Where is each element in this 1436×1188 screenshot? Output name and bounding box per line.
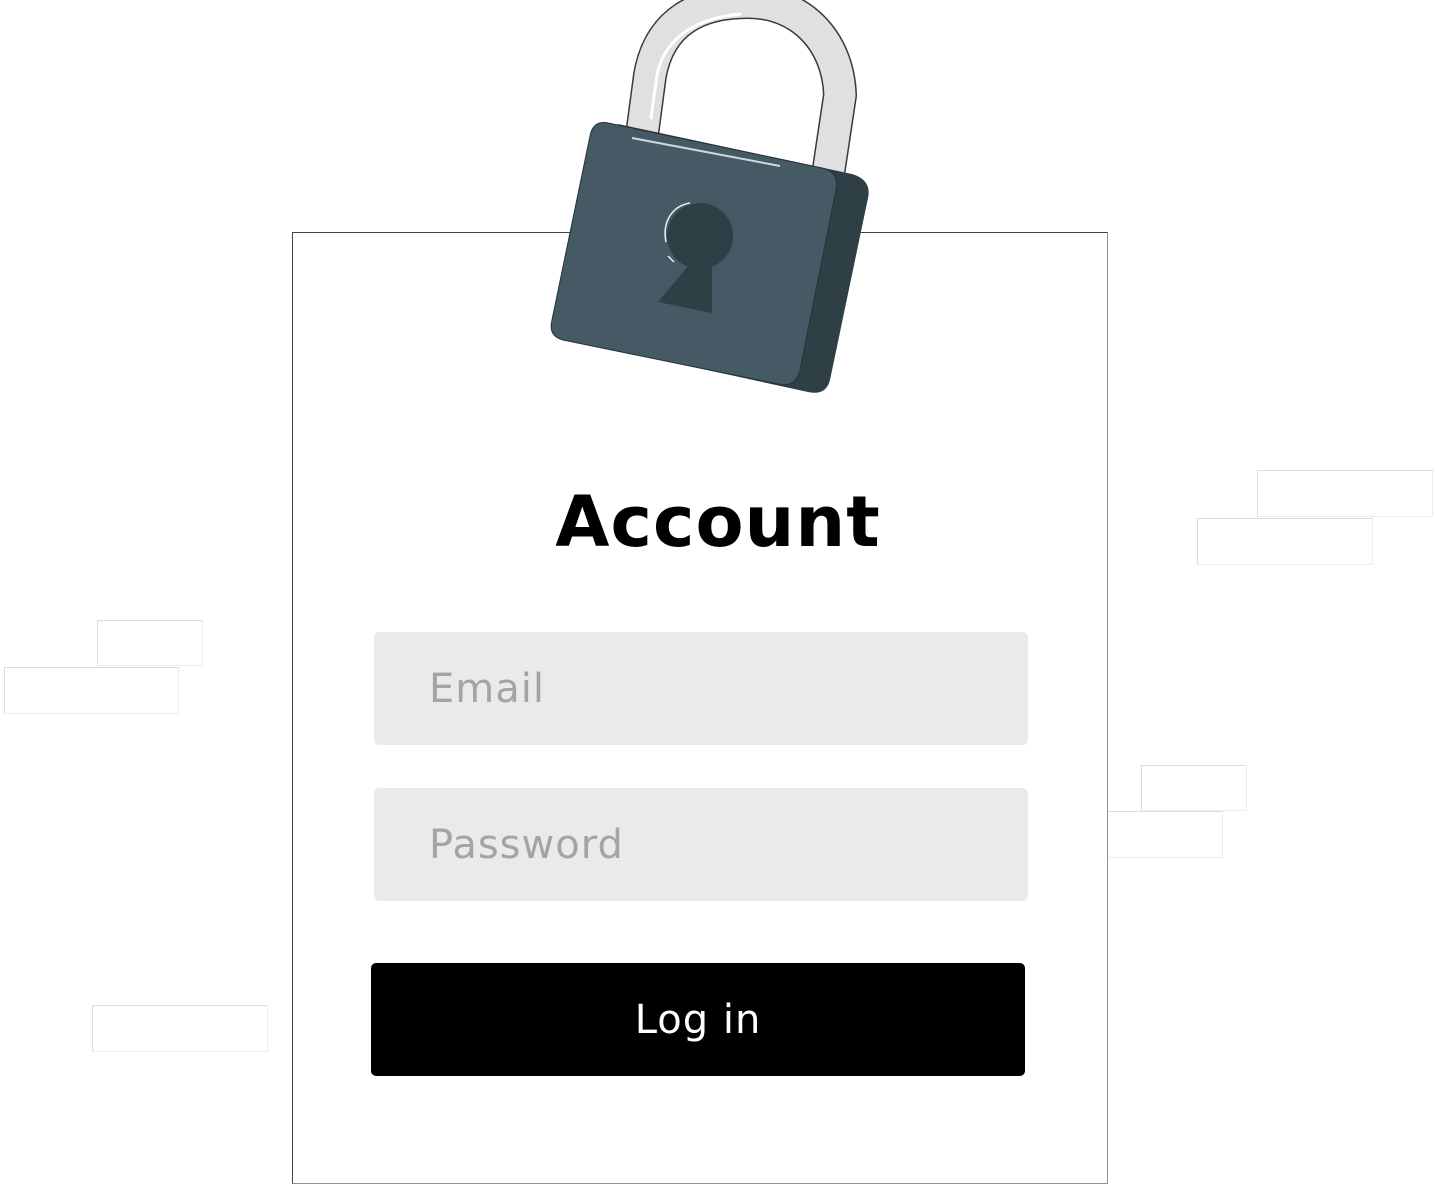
login-button-label: Log in	[634, 996, 762, 1043]
decorative-brick	[4, 667, 179, 714]
password-placeholder: Password	[429, 821, 624, 868]
decorative-brick	[97, 620, 203, 666]
email-field[interactable]: Email	[374, 632, 1028, 745]
password-field[interactable]: Password	[374, 788, 1028, 901]
decorative-brick	[1141, 765, 1247, 811]
padlock-icon	[550, 0, 869, 393]
login-button[interactable]: Log in	[371, 963, 1025, 1076]
email-placeholder: Email	[429, 665, 545, 712]
page-title: Account	[555, 481, 881, 563]
decorative-brick	[92, 1005, 268, 1052]
